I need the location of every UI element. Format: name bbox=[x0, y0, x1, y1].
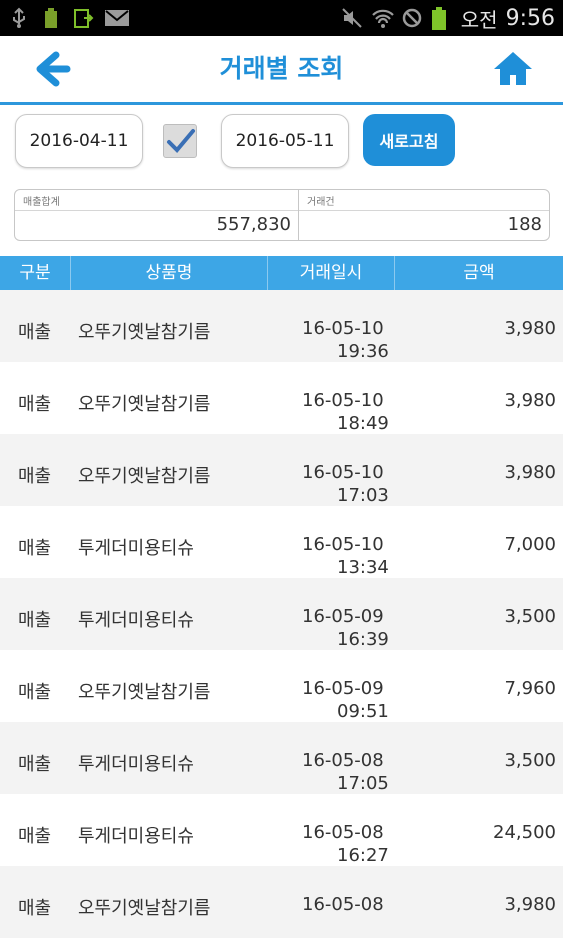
table-row[interactable]: 매출 오뚜기옛날참기름 16-05-08 3,980 bbox=[0, 866, 563, 938]
row-amount: 24,500 bbox=[493, 822, 556, 843]
row-amount: 3,980 bbox=[504, 390, 556, 411]
table-row[interactable]: 매출 투게더미용티슈 16-05-09 16:39 3,500 bbox=[0, 578, 563, 650]
row-type: 매출 bbox=[18, 394, 52, 415]
row-time: 16:27 bbox=[337, 845, 389, 866]
blocked-icon bbox=[401, 7, 423, 29]
arrow-left-icon bbox=[26, 51, 74, 94]
status-right-icons: 오전 9:56 bbox=[341, 0, 555, 36]
transaction-list: 매출 오뚜기옛날참기름 16-05-10 19:36 3,980 매출 오뚜기옛… bbox=[0, 290, 563, 938]
row-time: 16:39 bbox=[337, 629, 389, 650]
row-type: 매출 bbox=[18, 682, 52, 703]
row-amount: 7,960 bbox=[504, 678, 556, 699]
date-filter: 2016-04-11 2016-05-11 새로고침 bbox=[0, 105, 563, 180]
header-product: 상품명 bbox=[71, 256, 268, 290]
header-datetime: 거래일시 bbox=[268, 256, 395, 290]
row-date: 16-05-08 bbox=[302, 750, 384, 771]
table-row[interactable]: 매출 오뚜기옛날참기름 16-05-10 17:03 3,980 bbox=[0, 434, 563, 506]
usb-icon bbox=[8, 7, 30, 29]
row-type: 매출 bbox=[18, 322, 52, 343]
row-time: 09:51 bbox=[337, 701, 389, 722]
header-amount: 금액 bbox=[463, 263, 495, 283]
row-type: 매출 bbox=[18, 610, 52, 631]
battery-icon bbox=[431, 7, 453, 30]
row-product: 오뚜기옛날참기름 bbox=[78, 322, 211, 343]
table-header: 구분 상품명 거래일시 금액 bbox=[0, 256, 563, 290]
row-time: 19:36 bbox=[337, 341, 389, 362]
mute-icon bbox=[341, 7, 363, 29]
row-product: 투게더미용티슈 bbox=[78, 538, 194, 559]
tx-count-label: 거래건 bbox=[307, 197, 335, 208]
row-type: 매출 bbox=[18, 466, 52, 487]
status-left-icons bbox=[8, 0, 129, 36]
home-icon bbox=[489, 52, 537, 94]
battery-100-icon bbox=[40, 7, 62, 29]
row-date: 16-05-09 bbox=[302, 678, 384, 699]
row-amount: 3,980 bbox=[504, 318, 556, 339]
header-type: 구분 bbox=[0, 256, 71, 290]
row-product: 오뚜기옛날참기름 bbox=[78, 466, 211, 487]
status-time: 9:56 bbox=[505, 5, 555, 31]
row-time: 17:05 bbox=[337, 773, 389, 794]
row-date: 16-05-10 bbox=[302, 534, 384, 555]
table-row[interactable]: 매출 오뚜기옛날참기름 16-05-10 19:36 3,980 bbox=[0, 290, 563, 362]
back-button[interactable] bbox=[26, 48, 74, 90]
page-title: 거래별 조회 bbox=[219, 54, 344, 83]
checkmark-icon bbox=[164, 129, 196, 161]
row-type: 매출 bbox=[18, 898, 52, 919]
row-date: 16-05-10 bbox=[302, 462, 384, 483]
app-bar: 거래별 조회 bbox=[0, 36, 563, 105]
row-amount: 3,500 bbox=[504, 750, 556, 771]
row-date: 16-05-08 bbox=[302, 822, 384, 843]
home-button[interactable] bbox=[489, 48, 537, 90]
sales-total-value: 557,830 bbox=[216, 214, 291, 235]
end-date-field[interactable]: 2016-05-11 bbox=[221, 114, 349, 168]
status-ampm: 오전 bbox=[460, 7, 498, 32]
row-time: 17:03 bbox=[337, 485, 389, 506]
row-date: 16-05-08 bbox=[302, 894, 384, 915]
row-date: 16-05-10 bbox=[302, 318, 384, 339]
mail-icon bbox=[104, 7, 129, 29]
row-type: 매출 bbox=[18, 754, 52, 775]
table-row[interactable]: 매출 오뚜기옛날참기름 16-05-10 18:49 3,980 bbox=[0, 362, 563, 434]
row-amount: 3,980 bbox=[504, 462, 556, 483]
row-date: 16-05-10 bbox=[302, 390, 384, 411]
date-checkbox[interactable] bbox=[163, 124, 197, 158]
tx-count-value: 188 bbox=[507, 214, 542, 235]
refresh-button[interactable]: 새로고침 bbox=[363, 114, 455, 166]
row-product: 오뚜기옛날참기름 bbox=[78, 394, 211, 415]
sales-total-cell: 매출합계 557,830 bbox=[15, 190, 299, 240]
download-icon bbox=[72, 7, 94, 29]
table-row[interactable]: 매출 투게더미용티슈 16-05-08 17:05 3,500 bbox=[0, 722, 563, 794]
summary-box: 매출합계 557,830 거래건 188 bbox=[14, 189, 550, 241]
row-type: 매출 bbox=[18, 826, 52, 847]
wifi-icon bbox=[371, 7, 394, 29]
row-date: 16-05-09 bbox=[302, 606, 384, 627]
table-row[interactable]: 매출 오뚜기옛날참기름 16-05-09 09:51 7,960 bbox=[0, 650, 563, 722]
row-product: 오뚜기옛날참기름 bbox=[78, 898, 211, 919]
row-time: 13:34 bbox=[337, 557, 389, 578]
sales-total-label: 매출합계 bbox=[23, 197, 60, 208]
start-date-field[interactable]: 2016-04-11 bbox=[15, 114, 143, 168]
row-product: 투게더미용티슈 bbox=[78, 754, 194, 775]
row-product: 오뚜기옛날참기름 bbox=[78, 682, 211, 703]
row-amount: 3,980 bbox=[504, 894, 556, 915]
row-product: 투게더미용티슈 bbox=[78, 826, 194, 847]
row-type: 매출 bbox=[18, 538, 52, 559]
tx-count-cell: 거래건 188 bbox=[299, 190, 549, 240]
row-amount: 7,000 bbox=[504, 534, 556, 555]
status-bar: 오전 9:56 bbox=[0, 0, 563, 36]
row-amount: 3,500 bbox=[504, 606, 556, 627]
table-row[interactable]: 매출 투게더미용티슈 16-05-10 13:34 7,000 bbox=[0, 506, 563, 578]
table-row[interactable]: 매출 투게더미용티슈 16-05-08 16:27 24,500 bbox=[0, 794, 563, 866]
row-product: 투게더미용티슈 bbox=[78, 610, 194, 631]
row-time: 18:49 bbox=[337, 413, 389, 434]
